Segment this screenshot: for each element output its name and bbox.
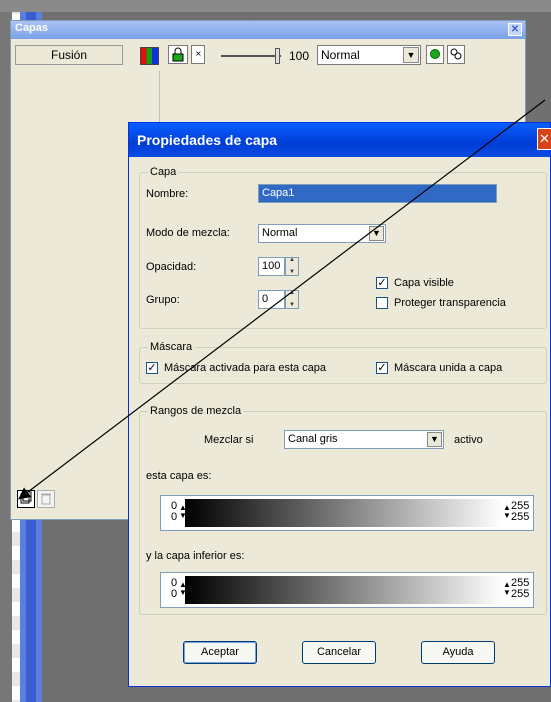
high-handle[interactable]: ▲ ▼ [503,581,511,597]
new-layer-icon[interactable] [17,490,35,508]
layer-properties-dialog: Propiedades de capa ✕ Capa Nombre: Capa1… [128,122,551,687]
low-handle[interactable]: ▲ ▼ [179,504,187,520]
mask-enabled-label: Máscara activada para esta capa [164,362,327,374]
dialog-title: Propiedades de capa [137,132,278,148]
group-spinner[interactable] [285,290,299,309]
capa-group: Capa Nombre: Capa1 Modo de mezcla: Norma… [139,166,547,329]
mask-legend: Máscara [148,341,195,353]
layer-row[interactable]: Fusión × 100 Normal ▼ [11,39,525,71]
opacity-field[interactable]: 100 [258,257,285,276]
small-x-icon[interactable]: × [191,45,205,64]
channel-value: Canal gris [288,433,338,445]
layers-panel-title: Capas [15,22,49,34]
low-value-bottom: 0 [171,511,178,523]
layers-panel-titlebar[interactable]: Capas ✕ [11,21,525,39]
blend-mode-select[interactable]: Normal ▼ [317,45,421,65]
low-value-top: 0 [171,577,178,589]
chevron-down-icon[interactable]: ▼ [403,47,419,63]
channel-select[interactable]: Canal gris ▼ [284,430,444,449]
layer-color-icon[interactable] [140,47,159,65]
ok-button[interactable]: Aceptar [183,641,257,664]
chevron-down-icon[interactable]: ▼ [427,432,442,447]
visible-checkbox[interactable]: ✓ [376,277,388,289]
gradient-bar [185,576,503,604]
opacity-slider-track[interactable] [221,55,281,57]
this-layer-label: esta capa es: [146,470,212,482]
blend-mode-value: Normal [321,48,360,62]
mask-linked-label: Máscara unida a capa [394,362,503,374]
close-icon[interactable]: ✕ [508,23,522,36]
chevron-down-icon[interactable]: ▼ [369,226,384,241]
blend-mode-select[interactable]: Normal ▼ [258,224,386,243]
group-field[interactable]: 0 [258,290,285,309]
help-button[interactable]: Ayuda [421,641,495,664]
link-icon[interactable] [447,45,465,64]
high-value-top: 255 [511,577,530,589]
mask-enabled-checkbox[interactable]: ✓ [146,362,158,374]
mask-group: Máscara ✓ Máscara activada para esta cap… [139,341,547,384]
protect-transparency-label: Proteger transparencia [394,297,506,309]
name-label: Nombre: [146,188,189,200]
layer-name[interactable]: Fusión [15,45,123,65]
active-label: activo [454,434,483,446]
blend-mode-value: Normal [262,227,298,239]
blend-ranges-group: Rangos de mezcla Mezclar si Canal gris ▼… [139,405,547,615]
protect-transparency-checkbox[interactable] [376,297,388,309]
low-handle[interactable]: ▲ ▼ [179,581,187,597]
blend-ranges-legend: Rangos de mezcla [148,405,244,417]
close-icon[interactable]: ✕ [537,128,551,150]
capa-legend: Capa [148,166,179,178]
visibility-icon[interactable] [426,45,444,64]
name-field[interactable]: Capa1 [258,184,497,203]
svg-text:×: × [195,49,202,58]
lock-icon[interactable] [168,45,188,64]
mask-linked-checkbox[interactable]: ✓ [376,362,388,374]
group-label: Grupo: [146,294,180,306]
lower-layer-label: y la capa inferior es: [146,550,245,562]
opacity-spinner[interactable] [285,257,299,276]
gradient-bar [185,499,503,527]
dialog-titlebar[interactable]: Propiedades de capa [129,123,550,157]
opacity-value: 100 [289,49,310,63]
top-edge [0,0,551,12]
mix-if-label: Mezclar si [204,434,254,446]
lower-layer-range[interactable]: 0 0 ▲ ▼ ▲ ▼ 255 255 [160,572,534,608]
visible-label: Capa visible [394,277,454,289]
high-value-bottom: 255 [511,511,530,523]
cancel-button[interactable]: Cancelar [302,641,376,664]
this-layer-range[interactable]: 0 0 ▲ ▼ ▲ ▼ 255 255 [160,495,534,531]
opacity-label: Opacidad: [146,261,197,273]
low-value-bottom: 0 [171,588,178,600]
high-handle[interactable]: ▲ ▼ [503,504,511,520]
high-value-top: 255 [511,500,530,512]
high-value-bottom: 255 [511,588,530,600]
blend-mode-label: Modo de mezcla: [146,227,230,239]
trash-icon[interactable] [37,490,55,508]
opacity-slider-knob[interactable] [275,48,280,64]
low-value-top: 0 [171,500,178,512]
